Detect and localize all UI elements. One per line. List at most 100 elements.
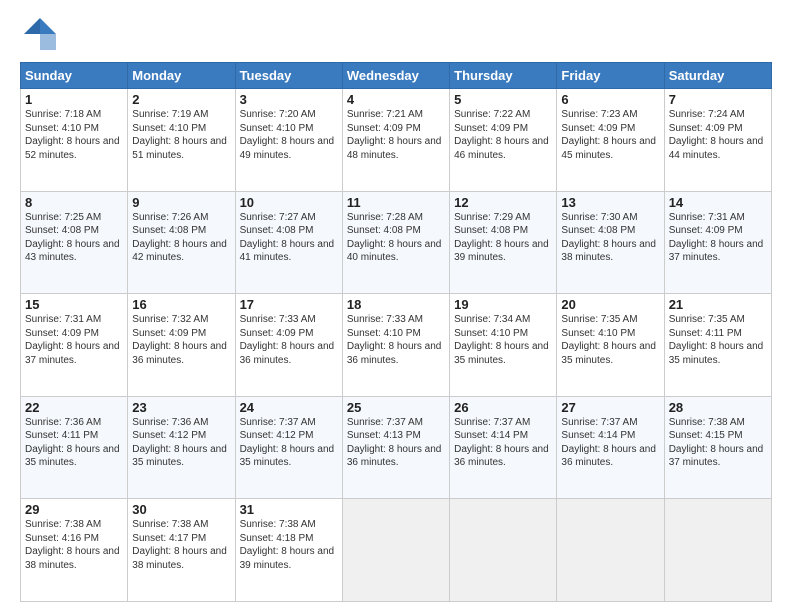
day-number: 10	[240, 195, 338, 210]
day-info: Sunrise: 7:21 AMSunset: 4:09 PMDaylight:…	[347, 108, 445, 162]
day-info: Sunrise: 7:37 AMSunset: 4:14 PMDaylight:…	[561, 416, 659, 470]
day-info: Sunrise: 7:26 AMSunset: 4:08 PMDaylight:…	[132, 211, 230, 265]
day-cell-26: 26Sunrise: 7:37 AMSunset: 4:14 PMDayligh…	[450, 396, 557, 499]
day-info: Sunrise: 7:24 AMSunset: 4:09 PMDaylight:…	[669, 108, 767, 162]
day-number: 29	[25, 502, 123, 517]
day-number: 23	[132, 400, 230, 415]
day-number: 26	[454, 400, 552, 415]
page: SundayMondayTuesdayWednesdayThursdayFrid…	[0, 0, 792, 612]
day-cell-5: 5Sunrise: 7:22 AMSunset: 4:09 PMDaylight…	[450, 89, 557, 192]
day-cell-6: 6Sunrise: 7:23 AMSunset: 4:09 PMDaylight…	[557, 89, 664, 192]
empty-cell	[342, 499, 449, 602]
day-cell-29: 29Sunrise: 7:38 AMSunset: 4:16 PMDayligh…	[21, 499, 128, 602]
day-info: Sunrise: 7:22 AMSunset: 4:09 PMDaylight:…	[454, 108, 552, 162]
day-cell-2: 2Sunrise: 7:19 AMSunset: 4:10 PMDaylight…	[128, 89, 235, 192]
day-number: 27	[561, 400, 659, 415]
day-info: Sunrise: 7:18 AMSunset: 4:10 PMDaylight:…	[25, 108, 123, 162]
day-number: 28	[669, 400, 767, 415]
day-cell-7: 7Sunrise: 7:24 AMSunset: 4:09 PMDaylight…	[664, 89, 771, 192]
weekday-header-row: SundayMondayTuesdayWednesdayThursdayFrid…	[21, 63, 772, 89]
day-cell-21: 21Sunrise: 7:35 AMSunset: 4:11 PMDayligh…	[664, 294, 771, 397]
day-info: Sunrise: 7:37 AMSunset: 4:13 PMDaylight:…	[347, 416, 445, 470]
day-number: 31	[240, 502, 338, 517]
day-number: 16	[132, 297, 230, 312]
day-info: Sunrise: 7:36 AMSunset: 4:11 PMDaylight:…	[25, 416, 123, 470]
empty-cell	[664, 499, 771, 602]
calendar-table: SundayMondayTuesdayWednesdayThursdayFrid…	[20, 62, 772, 602]
day-number: 20	[561, 297, 659, 312]
week-row-5: 29Sunrise: 7:38 AMSunset: 4:16 PMDayligh…	[21, 499, 772, 602]
day-number: 11	[347, 195, 445, 210]
week-row-1: 1Sunrise: 7:18 AMSunset: 4:10 PMDaylight…	[21, 89, 772, 192]
day-cell-3: 3Sunrise: 7:20 AMSunset: 4:10 PMDaylight…	[235, 89, 342, 192]
day-cell-1: 1Sunrise: 7:18 AMSunset: 4:10 PMDaylight…	[21, 89, 128, 192]
empty-cell	[450, 499, 557, 602]
day-number: 6	[561, 92, 659, 107]
day-cell-22: 22Sunrise: 7:36 AMSunset: 4:11 PMDayligh…	[21, 396, 128, 499]
day-cell-24: 24Sunrise: 7:37 AMSunset: 4:12 PMDayligh…	[235, 396, 342, 499]
day-info: Sunrise: 7:35 AMSunset: 4:10 PMDaylight:…	[561, 313, 659, 367]
day-info: Sunrise: 7:30 AMSunset: 4:08 PMDaylight:…	[561, 211, 659, 265]
weekday-header-wednesday: Wednesday	[342, 63, 449, 89]
day-cell-16: 16Sunrise: 7:32 AMSunset: 4:09 PMDayligh…	[128, 294, 235, 397]
day-number: 25	[347, 400, 445, 415]
day-cell-25: 25Sunrise: 7:37 AMSunset: 4:13 PMDayligh…	[342, 396, 449, 499]
day-number: 24	[240, 400, 338, 415]
day-cell-11: 11Sunrise: 7:28 AMSunset: 4:08 PMDayligh…	[342, 191, 449, 294]
week-row-4: 22Sunrise: 7:36 AMSunset: 4:11 PMDayligh…	[21, 396, 772, 499]
day-cell-9: 9Sunrise: 7:26 AMSunset: 4:08 PMDaylight…	[128, 191, 235, 294]
day-info: Sunrise: 7:31 AMSunset: 4:09 PMDaylight:…	[669, 211, 767, 265]
day-info: Sunrise: 7:19 AMSunset: 4:10 PMDaylight:…	[132, 108, 230, 162]
day-number: 9	[132, 195, 230, 210]
logo	[20, 16, 64, 52]
day-number: 30	[132, 502, 230, 517]
day-info: Sunrise: 7:37 AMSunset: 4:14 PMDaylight:…	[454, 416, 552, 470]
empty-cell	[557, 499, 664, 602]
day-number: 14	[669, 195, 767, 210]
day-number: 17	[240, 297, 338, 312]
day-number: 12	[454, 195, 552, 210]
weekday-header-friday: Friday	[557, 63, 664, 89]
weekday-header-sunday: Sunday	[21, 63, 128, 89]
day-info: Sunrise: 7:27 AMSunset: 4:08 PMDaylight:…	[240, 211, 338, 265]
day-info: Sunrise: 7:25 AMSunset: 4:08 PMDaylight:…	[25, 211, 123, 265]
day-cell-30: 30Sunrise: 7:38 AMSunset: 4:17 PMDayligh…	[128, 499, 235, 602]
day-number: 1	[25, 92, 123, 107]
weekday-header-monday: Monday	[128, 63, 235, 89]
day-number: 15	[25, 297, 123, 312]
day-info: Sunrise: 7:35 AMSunset: 4:11 PMDaylight:…	[669, 313, 767, 367]
day-info: Sunrise: 7:38 AMSunset: 4:18 PMDaylight:…	[240, 518, 338, 572]
day-info: Sunrise: 7:36 AMSunset: 4:12 PMDaylight:…	[132, 416, 230, 470]
day-info: Sunrise: 7:38 AMSunset: 4:17 PMDaylight:…	[132, 518, 230, 572]
day-number: 13	[561, 195, 659, 210]
day-info: Sunrise: 7:34 AMSunset: 4:10 PMDaylight:…	[454, 313, 552, 367]
day-number: 18	[347, 297, 445, 312]
day-cell-14: 14Sunrise: 7:31 AMSunset: 4:09 PMDayligh…	[664, 191, 771, 294]
day-number: 21	[669, 297, 767, 312]
day-info: Sunrise: 7:33 AMSunset: 4:10 PMDaylight:…	[347, 313, 445, 367]
header	[20, 16, 772, 52]
day-cell-8: 8Sunrise: 7:25 AMSunset: 4:08 PMDaylight…	[21, 191, 128, 294]
day-cell-28: 28Sunrise: 7:38 AMSunset: 4:15 PMDayligh…	[664, 396, 771, 499]
day-info: Sunrise: 7:38 AMSunset: 4:16 PMDaylight:…	[25, 518, 123, 572]
logo-icon	[22, 16, 58, 52]
day-cell-20: 20Sunrise: 7:35 AMSunset: 4:10 PMDayligh…	[557, 294, 664, 397]
day-number: 5	[454, 92, 552, 107]
day-cell-15: 15Sunrise: 7:31 AMSunset: 4:09 PMDayligh…	[21, 294, 128, 397]
day-number: 8	[25, 195, 123, 210]
day-number: 4	[347, 92, 445, 107]
day-info: Sunrise: 7:29 AMSunset: 4:08 PMDaylight:…	[454, 211, 552, 265]
day-cell-18: 18Sunrise: 7:33 AMSunset: 4:10 PMDayligh…	[342, 294, 449, 397]
week-row-2: 8Sunrise: 7:25 AMSunset: 4:08 PMDaylight…	[21, 191, 772, 294]
day-cell-19: 19Sunrise: 7:34 AMSunset: 4:10 PMDayligh…	[450, 294, 557, 397]
day-number: 7	[669, 92, 767, 107]
day-info: Sunrise: 7:31 AMSunset: 4:09 PMDaylight:…	[25, 313, 123, 367]
day-cell-23: 23Sunrise: 7:36 AMSunset: 4:12 PMDayligh…	[128, 396, 235, 499]
day-cell-13: 13Sunrise: 7:30 AMSunset: 4:08 PMDayligh…	[557, 191, 664, 294]
weekday-header-tuesday: Tuesday	[235, 63, 342, 89]
day-cell-12: 12Sunrise: 7:29 AMSunset: 4:08 PMDayligh…	[450, 191, 557, 294]
day-cell-31: 31Sunrise: 7:38 AMSunset: 4:18 PMDayligh…	[235, 499, 342, 602]
day-info: Sunrise: 7:37 AMSunset: 4:12 PMDaylight:…	[240, 416, 338, 470]
day-cell-27: 27Sunrise: 7:37 AMSunset: 4:14 PMDayligh…	[557, 396, 664, 499]
day-info: Sunrise: 7:28 AMSunset: 4:08 PMDaylight:…	[347, 211, 445, 265]
